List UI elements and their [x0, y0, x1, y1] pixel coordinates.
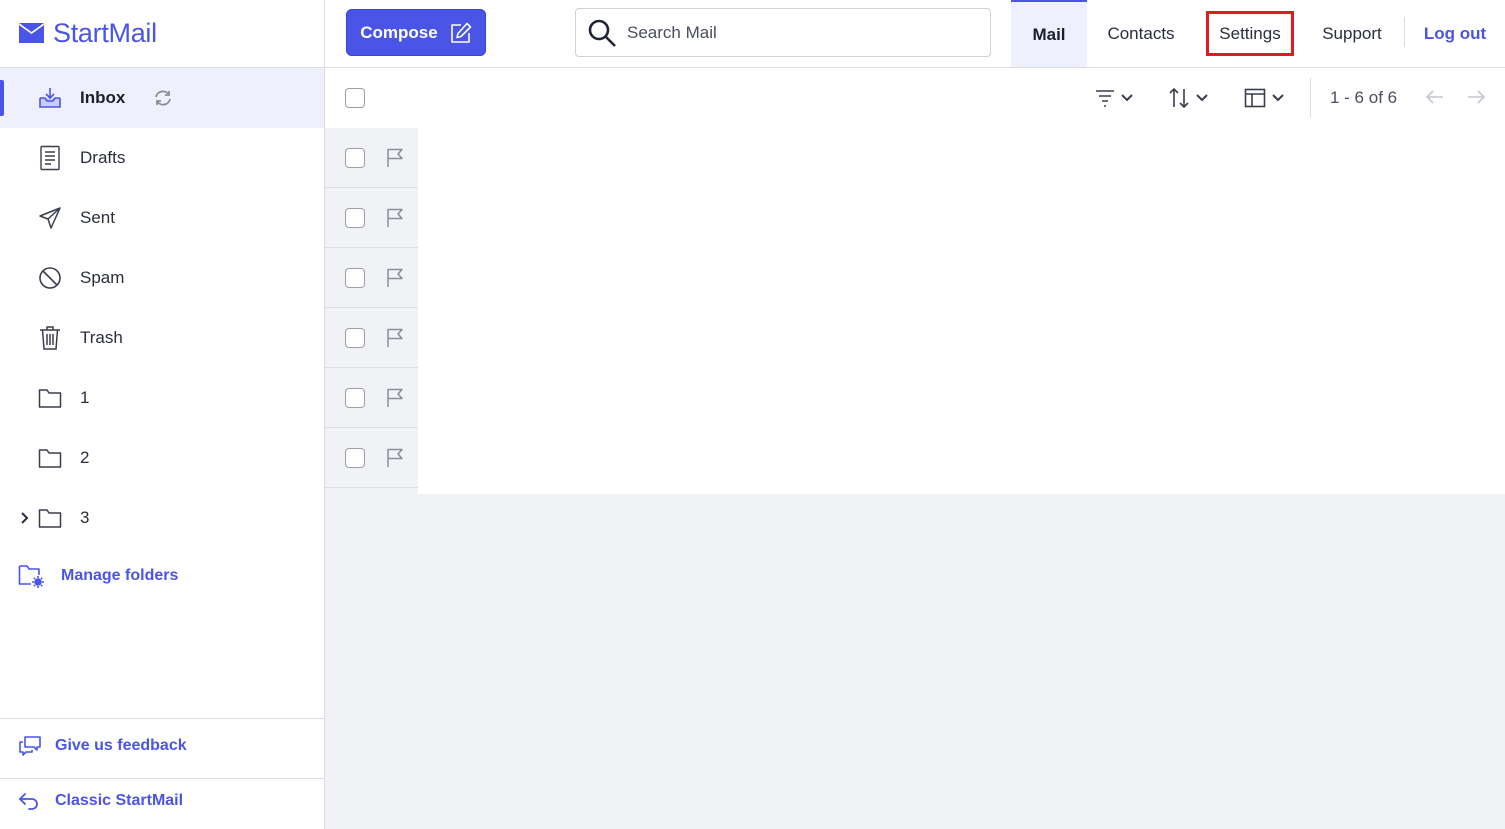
- filter-icon: [1096, 90, 1114, 107]
- message-toolbar: 1 - 6 of 6: [325, 68, 1505, 128]
- arrow-right-icon[interactable]: [1466, 87, 1486, 112]
- sidebar-item-label: Inbox: [80, 88, 126, 107]
- message-row[interactable]: [325, 188, 418, 248]
- message-row[interactable]: [325, 308, 418, 368]
- message-checkbox[interactable]: [345, 328, 365, 348]
- folder-icon: [37, 385, 63, 411]
- search-input[interactable]: [627, 22, 967, 43]
- sidebar-item-label: Drafts: [80, 148, 126, 167]
- layout-icon: [1244, 88, 1266, 108]
- manage-folders-link[interactable]: Manage folders: [18, 563, 178, 589]
- sidebar-item-label: 3: [80, 508, 90, 527]
- trash-icon: [37, 325, 63, 351]
- message-list: [325, 128, 418, 488]
- feedback-link[interactable]: Give us feedback: [18, 735, 187, 757]
- tab-label: Log out: [1423, 23, 1487, 43]
- tab-label: Contacts: [1107, 23, 1175, 43]
- message-row[interactable]: [325, 368, 418, 428]
- message-row[interactable]: [325, 428, 418, 488]
- tab-support[interactable]: Support: [1309, 0, 1395, 67]
- compose-icon: [450, 22, 472, 43]
- sidebar-item-folder-3[interactable]: 3: [0, 488, 324, 548]
- select-all-checkbox[interactable]: [345, 88, 365, 108]
- message-row[interactable]: [325, 248, 418, 308]
- chat-bubbles-icon: [19, 736, 41, 756]
- divider: [0, 778, 325, 779]
- startmail-logo[interactable]: StartMail: [18, 14, 157, 52]
- refresh-icon[interactable]: [153, 89, 173, 107]
- message-row[interactable]: [325, 128, 418, 188]
- classic-startmail-label: Classic StartMail: [55, 792, 184, 809]
- flag-icon[interactable]: [386, 448, 404, 473]
- chevron-down-icon: [1121, 94, 1133, 102]
- chevron-right-icon[interactable]: [18, 510, 32, 526]
- flag-icon[interactable]: [386, 148, 404, 173]
- compose-button[interactable]: Compose: [346, 9, 486, 56]
- sent-icon: [37, 205, 63, 231]
- spam-icon: [37, 265, 63, 291]
- sidebar-item-spam[interactable]: Spam: [0, 248, 324, 308]
- tab-label: Mail: [1032, 24, 1066, 44]
- search-icon: [588, 19, 616, 47]
- sidebar-item-drafts[interactable]: Drafts: [0, 128, 324, 188]
- sidebar-item-label: Sent: [80, 208, 115, 227]
- divider: [1310, 78, 1311, 118]
- top-bar: Compose Mail Contacts Settings Support L…: [325, 0, 1505, 68]
- divider: [0, 718, 325, 719]
- tab-contacts[interactable]: Contacts: [1097, 0, 1185, 67]
- sidebar-item-label: Spam: [80, 268, 125, 287]
- sidebar-item-inbox[interactable]: Inbox: [0, 68, 324, 128]
- sidebar-item-trash[interactable]: Trash: [0, 308, 324, 368]
- logout-link[interactable]: Log out: [1415, 0, 1495, 67]
- sort-icon: [1169, 87, 1189, 109]
- chevron-down-icon: [1272, 94, 1284, 102]
- filter-dropdown[interactable]: [1095, 86, 1133, 110]
- chevron-down-icon: [1196, 94, 1208, 102]
- sort-dropdown[interactable]: [1168, 86, 1208, 110]
- sidebar-item-folder-1[interactable]: 1: [0, 368, 324, 428]
- folder-icon: [37, 445, 63, 471]
- logo-text: StartMail: [53, 17, 157, 48]
- arrow-left-icon[interactable]: [1425, 87, 1445, 112]
- sidebar-item-sent[interactable]: Sent: [0, 188, 324, 248]
- folder-settings-icon: [18, 565, 44, 588]
- message-checkbox[interactable]: [345, 388, 365, 408]
- search-box[interactable]: [575, 8, 991, 57]
- inbox-icon: [37, 85, 63, 111]
- pagination-label: 1 - 6 of 6: [1330, 88, 1398, 107]
- envelope-logo-icon: [19, 23, 44, 43]
- tab-mail[interactable]: Mail: [1011, 0, 1087, 67]
- message-checkbox[interactable]: [345, 208, 365, 228]
- sidebar-item-folder-2[interactable]: 2: [0, 428, 324, 488]
- message-list-area: [418, 128, 1505, 494]
- flag-icon[interactable]: [386, 208, 404, 233]
- compose-label: Compose: [360, 22, 438, 42]
- sidebar-item-label: 1: [80, 388, 90, 407]
- folder-nav: Inbox Drafts Sent Spam Trash 1 2 3: [0, 68, 324, 548]
- classic-startmail-link[interactable]: Classic StartMail: [18, 792, 183, 810]
- message-checkbox[interactable]: [345, 268, 365, 288]
- drafts-icon: [37, 145, 63, 171]
- message-checkbox[interactable]: [345, 448, 365, 468]
- flag-icon[interactable]: [386, 388, 404, 413]
- manage-folders-label: Manage folders: [61, 567, 179, 584]
- layout-dropdown[interactable]: [1244, 86, 1284, 110]
- sidebar-item-label: Trash: [80, 328, 123, 347]
- tab-settings[interactable]: Settings: [1206, 0, 1294, 67]
- feedback-label: Give us feedback: [55, 737, 187, 754]
- highlight-box: [1206, 11, 1294, 56]
- sidebar-item-label: 2: [80, 448, 90, 467]
- undo-arrow-icon: [19, 793, 38, 810]
- flag-icon[interactable]: [386, 268, 404, 293]
- flag-icon[interactable]: [386, 328, 404, 353]
- folder-icon: [37, 505, 63, 531]
- sidebar: StartMail Inbox Drafts Sent Spam Trash 1…: [0, 0, 325, 829]
- divider: [1404, 17, 1405, 47]
- tab-label: Support: [1322, 23, 1382, 43]
- message-checkbox[interactable]: [345, 148, 365, 168]
